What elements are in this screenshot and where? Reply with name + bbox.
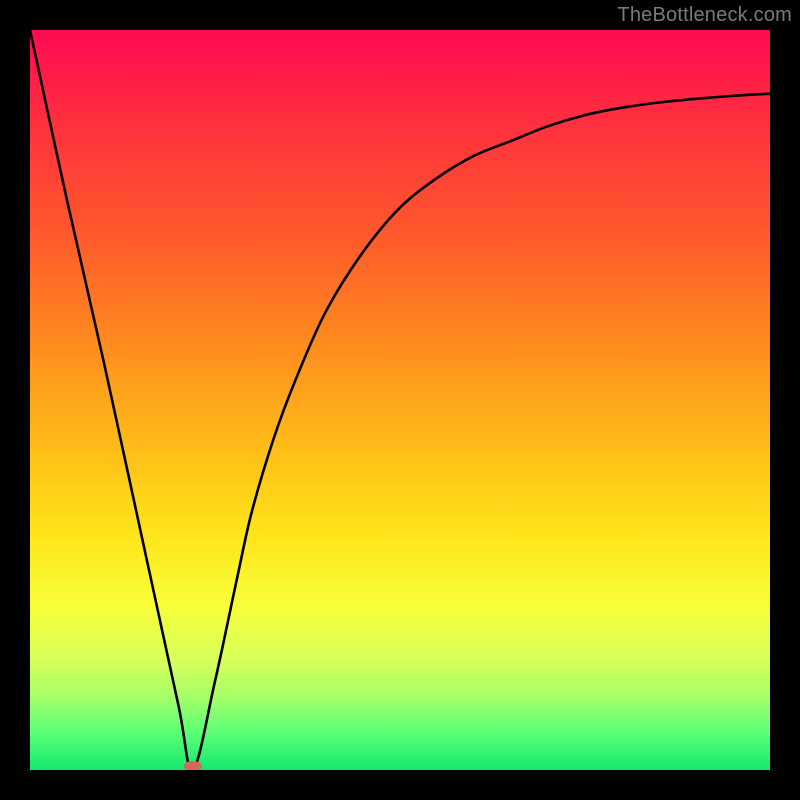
bottleneck-curve bbox=[30, 30, 770, 770]
chart-frame: TheBottleneck.com bbox=[0, 0, 800, 800]
curve-layer bbox=[30, 30, 770, 770]
min-marker-icon bbox=[184, 761, 202, 770]
plot-area bbox=[30, 30, 770, 770]
watermark-text: TheBottleneck.com bbox=[617, 4, 792, 27]
